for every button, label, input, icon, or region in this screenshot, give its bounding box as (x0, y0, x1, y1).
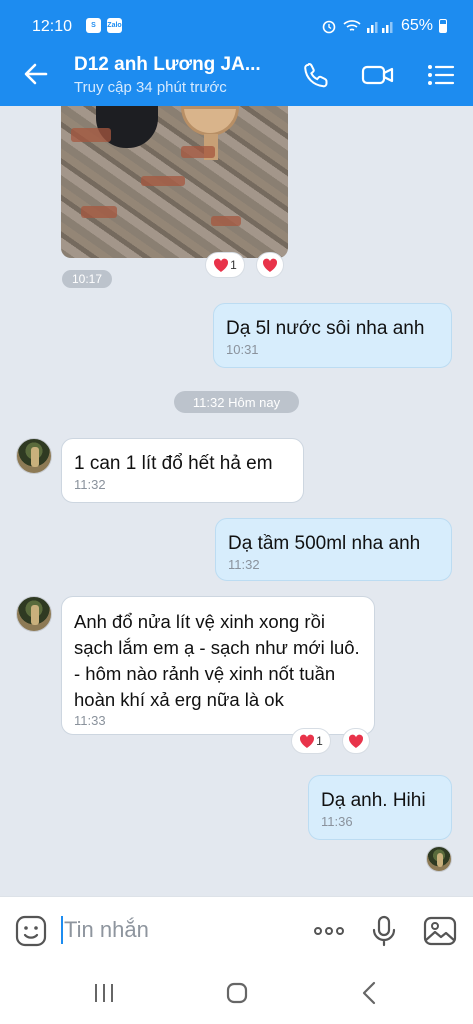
microphone-icon[interactable] (367, 914, 401, 948)
photo-detail (181, 106, 239, 136)
text-caret (61, 916, 63, 944)
status-bar: 12:10 S Zalo 65% (0, 0, 473, 42)
date-divider: 11:32 Hôm nay (174, 391, 299, 413)
shopee-icon: S (86, 18, 101, 33)
seen-avatar (426, 846, 452, 872)
message-time: 11:32 (228, 557, 260, 572)
outgoing-message[interactable]: Dạ 5l nước sôi nha anh 10:31 (213, 303, 452, 368)
photo-detail (71, 128, 111, 142)
reaction-summary[interactable]: 1 (291, 728, 331, 754)
photo-time: 10:17 (62, 270, 112, 288)
outgoing-message[interactable]: Dạ tầm 500ml nha anh 11:32 (215, 518, 452, 581)
more-icon[interactable] (312, 914, 346, 948)
battery-percent: 65% (400, 17, 433, 34)
sticker-icon[interactable] (14, 914, 48, 948)
message-text: Anh đổ nửa lít vệ xinh xong rồi sạch lắm… (74, 611, 360, 710)
message-time: 11:36 (321, 814, 353, 829)
zalo-icon: Zalo (107, 18, 122, 33)
message-input[interactable] (64, 915, 284, 945)
chat-header: D12 anh Lương JA... Truy cập 34 phút trư… (0, 42, 473, 106)
chat-subtitle: Truy cập 34 phút trước (74, 79, 227, 96)
react-button[interactable] (342, 728, 370, 754)
battery-icon (439, 19, 447, 33)
message-text: 1 can 1 lít đổ hết hả em (74, 453, 273, 474)
reaction-summary[interactable]: 1 (205, 252, 245, 278)
message-list[interactable]: 1 10:17 Dạ 5l nước sôi nha anh 10:31 11:… (0, 106, 473, 896)
incoming-message[interactable]: 1 can 1 lít đổ hết hả em 11:32 (61, 438, 304, 503)
message-time: 11:33 (74, 713, 106, 728)
reaction-count: 1 (316, 734, 323, 748)
message-time: 11:32 (74, 477, 106, 492)
back-arrow-icon[interactable] (18, 58, 54, 90)
heart-icon (214, 258, 229, 272)
home-icon[interactable] (217, 978, 257, 1008)
system-nav-bar (0, 964, 473, 1024)
alarm-icon (322, 20, 336, 34)
video-call-icon[interactable] (361, 60, 395, 90)
message-time: 10:31 (226, 342, 259, 357)
message-text: Dạ anh. Hihi (321, 790, 426, 811)
heart-icon (300, 734, 315, 748)
back-nav-icon[interactable] (350, 978, 390, 1008)
heart-icon (348, 734, 364, 748)
menu-icon[interactable] (426, 60, 456, 90)
photo-detail (141, 176, 185, 186)
chat-title[interactable]: D12 anh Lương JA... (74, 54, 261, 76)
wifi-icon (343, 20, 361, 31)
status-right: 65% (321, 17, 447, 35)
reaction-count: 1 (230, 258, 237, 272)
image-icon[interactable] (423, 914, 457, 948)
photo-detail (81, 206, 117, 218)
avatar[interactable] (16, 438, 52, 474)
message-input-bar (0, 896, 473, 964)
heart-icon (262, 258, 278, 272)
status-time: 12:10 (32, 18, 73, 35)
photo-detail (211, 216, 241, 226)
incoming-message[interactable]: Anh đổ nửa lít vệ xinh xong rồi sạch lắm… (61, 596, 375, 735)
phone-icon[interactable] (301, 60, 331, 90)
message-text: Dạ tầm 500ml nha anh (228, 533, 421, 554)
outgoing-message[interactable]: Dạ anh. Hihi 11:36 (308, 775, 452, 840)
photo-detail (181, 146, 215, 158)
react-button[interactable] (256, 252, 284, 278)
photo-message[interactable] (61, 106, 288, 258)
signal-icon (366, 22, 393, 33)
avatar[interactable] (16, 596, 52, 632)
recent-apps-icon[interactable] (84, 978, 124, 1008)
status-app-icons: S Zalo (86, 18, 122, 33)
message-text: Dạ 5l nước sôi nha anh (226, 318, 425, 339)
